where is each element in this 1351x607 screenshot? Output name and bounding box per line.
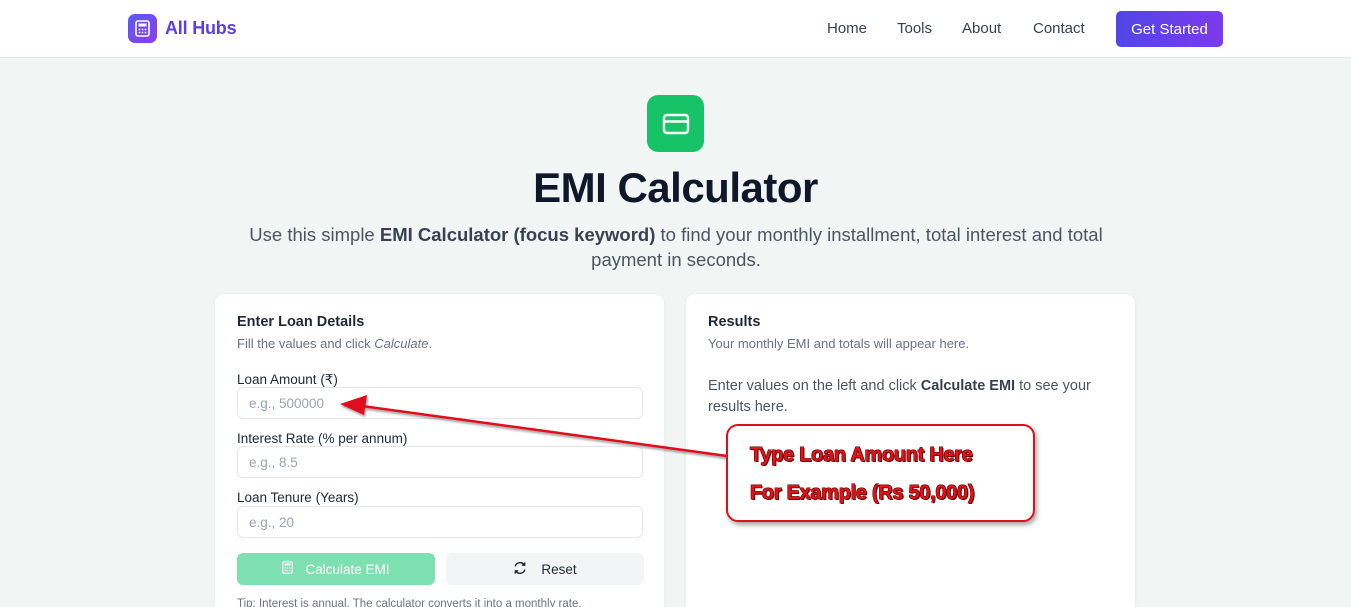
annotation-line-2: For Example (Rs 50,000) bbox=[750, 482, 975, 504]
refresh-icon bbox=[513, 561, 527, 578]
interest-rate-input[interactable] bbox=[237, 446, 643, 478]
calculator-icon bbox=[128, 14, 157, 43]
nav-tools[interactable]: Tools bbox=[897, 20, 932, 37]
nav-home[interactable]: Home bbox=[827, 20, 867, 37]
loan-details-subtitle-text: Fill the values and click bbox=[237, 336, 375, 351]
results-title: Results bbox=[708, 314, 761, 330]
get-started-button[interactable]: Get Started bbox=[1116, 11, 1223, 47]
nav-about[interactable]: About bbox=[962, 20, 1001, 37]
loan-tenure-input[interactable] bbox=[237, 506, 643, 538]
subtitle-text-end: to find your monthly installment, total … bbox=[591, 224, 1103, 270]
brand-logo[interactable]: All Hubs bbox=[128, 14, 237, 43]
results-text-bold: Calculate EMI bbox=[920, 378, 1016, 394]
annotation-callout: Type Loan Amount Here For Example (Rs 50… bbox=[726, 424, 1035, 522]
results-placeholder: Enter values on the left and click Calcu… bbox=[708, 376, 1118, 418]
loan-details-title: Enter Loan Details bbox=[237, 314, 365, 330]
brand-name: All Hubs bbox=[165, 18, 237, 38]
page-subtitle: Use this simple EMI Calculator (focus ke… bbox=[226, 222, 1126, 272]
site-header: All Hubs Home Tools About Contact Get St… bbox=[0, 0, 1351, 58]
calculator-icon bbox=[282, 561, 294, 577]
loan-amount-input[interactable] bbox=[237, 387, 643, 419]
interest-rate-label: Interest Rate (% per annum) bbox=[237, 431, 408, 446]
page-title: EMI Calculator bbox=[533, 164, 818, 211]
annotation-line-1: Type Loan Amount Here bbox=[750, 444, 973, 466]
loan-tenure-label: Loan Tenure (Years) bbox=[237, 490, 359, 505]
loan-details-subtitle-em: Calculate bbox=[374, 336, 429, 351]
results-text: Enter values on the left and click bbox=[708, 378, 921, 394]
reset-button[interactable]: Reset bbox=[446, 553, 644, 585]
nav-contact[interactable]: Contact bbox=[1033, 20, 1085, 37]
subtitle-keyword: EMI Calculator (focus keyword) bbox=[379, 224, 656, 245]
loan-details-card: Enter Loan Details Fill the values and c… bbox=[214, 293, 665, 607]
credit-card-icon bbox=[647, 95, 704, 152]
reset-label: Reset bbox=[541, 561, 577, 577]
annotation-arrow bbox=[340, 395, 728, 458]
loan-amount-label: Loan Amount (₹) bbox=[237, 372, 338, 387]
loan-details-subtitle: Fill the values and click Calculate. bbox=[237, 336, 432, 351]
subtitle-text: Use this simple bbox=[249, 224, 380, 245]
calculate-emi-label: Calculate EMI bbox=[305, 561, 390, 577]
tip-text: Tip: Interest is annual. The calculator … bbox=[237, 598, 582, 607]
results-subtitle: Your monthly EMI and totals will appear … bbox=[708, 336, 970, 351]
calculate-emi-button[interactable]: Calculate EMI bbox=[237, 553, 435, 585]
loan-details-subtitle-end: . bbox=[428, 336, 433, 351]
